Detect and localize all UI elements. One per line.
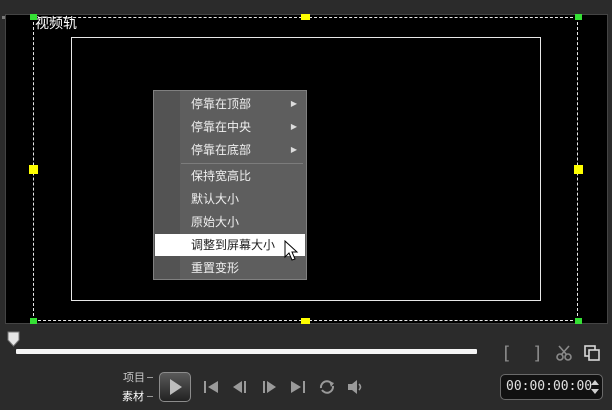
timecode-spinner[interactable] [588, 376, 602, 398]
scrubber-thumb[interactable] [7, 331, 20, 347]
corner-handle-bottom-left[interactable] [30, 318, 37, 324]
end-icon[interactable] [287, 376, 309, 398]
track-label: 视频轨 [35, 16, 77, 32]
edge-handle-left[interactable] [29, 165, 38, 174]
menu-item-label: 原始大小 [191, 215, 240, 229]
menu-item-label: 调整到屏幕大小 [191, 238, 276, 252]
submenu-arrow-icon: ▶ [290, 99, 297, 108]
menu-item-label: 停靠在底部 [191, 143, 252, 157]
play-button[interactable] [159, 372, 191, 402]
mark-out-button[interactable]: ] [530, 344, 544, 364]
mark-in-button[interactable]: [ [500, 344, 514, 364]
copy-icon[interactable] [583, 344, 601, 362]
menu-separator [181, 163, 303, 164]
mode-tick [147, 396, 153, 397]
edge-handle-bottom[interactable] [301, 318, 310, 324]
mode-project-label[interactable]: 项目 [123, 369, 145, 385]
mode-clip-label[interactable]: 素材 [122, 388, 144, 404]
menu-item-label: 重置变形 [191, 261, 240, 275]
menu-item-keep-aspect[interactable]: 保持宽高比 [155, 165, 305, 187]
menu-item-label: 停靠在中央 [191, 120, 252, 134]
home-icon[interactable] [200, 376, 222, 398]
menu-item-label: 默认大小 [191, 192, 240, 206]
timeline-scrubber[interactable] [16, 349, 477, 354]
menu-item-reset-transform[interactable]: 重置变形 [155, 257, 305, 279]
mode-tick [147, 377, 153, 378]
corner-handle-top-right[interactable] [575, 14, 582, 20]
menu-item-dock-top[interactable]: 停靠在顶部 ▶ [155, 93, 305, 115]
menu-item-fit-screen[interactable]: 调整到屏幕大小 [155, 234, 305, 256]
menu-item-label: 停靠在顶部 [191, 97, 252, 111]
edge-handle-top[interactable] [301, 14, 310, 20]
menu-item-dock-bottom[interactable]: 停靠在底部 ▶ [155, 139, 305, 161]
submenu-arrow-icon: ▶ [290, 145, 297, 154]
edge-handle-right[interactable] [574, 165, 583, 174]
submenu-arrow-icon: ▶ [290, 122, 297, 131]
repeat-icon[interactable] [316, 376, 338, 398]
cursor-icon [284, 240, 299, 261]
corner-handle-bottom-right[interactable] [575, 318, 582, 324]
play-icon [170, 379, 182, 395]
menu-item-original-size[interactable]: 原始大小 [155, 211, 305, 233]
menu-item-dock-center[interactable]: 停靠在中央 ▶ [155, 116, 305, 138]
volume-icon[interactable] [345, 376, 367, 398]
menu-item-label: 保持宽高比 [191, 169, 252, 183]
next-frame-icon[interactable] [258, 376, 280, 398]
scissors-icon[interactable] [555, 344, 573, 362]
menu-item-default-size[interactable]: 默认大小 [155, 188, 305, 210]
corner-handle-top-left[interactable] [30, 14, 37, 20]
prev-frame-icon[interactable] [229, 376, 251, 398]
panel-grip[interactable] [2, 4, 52, 19]
